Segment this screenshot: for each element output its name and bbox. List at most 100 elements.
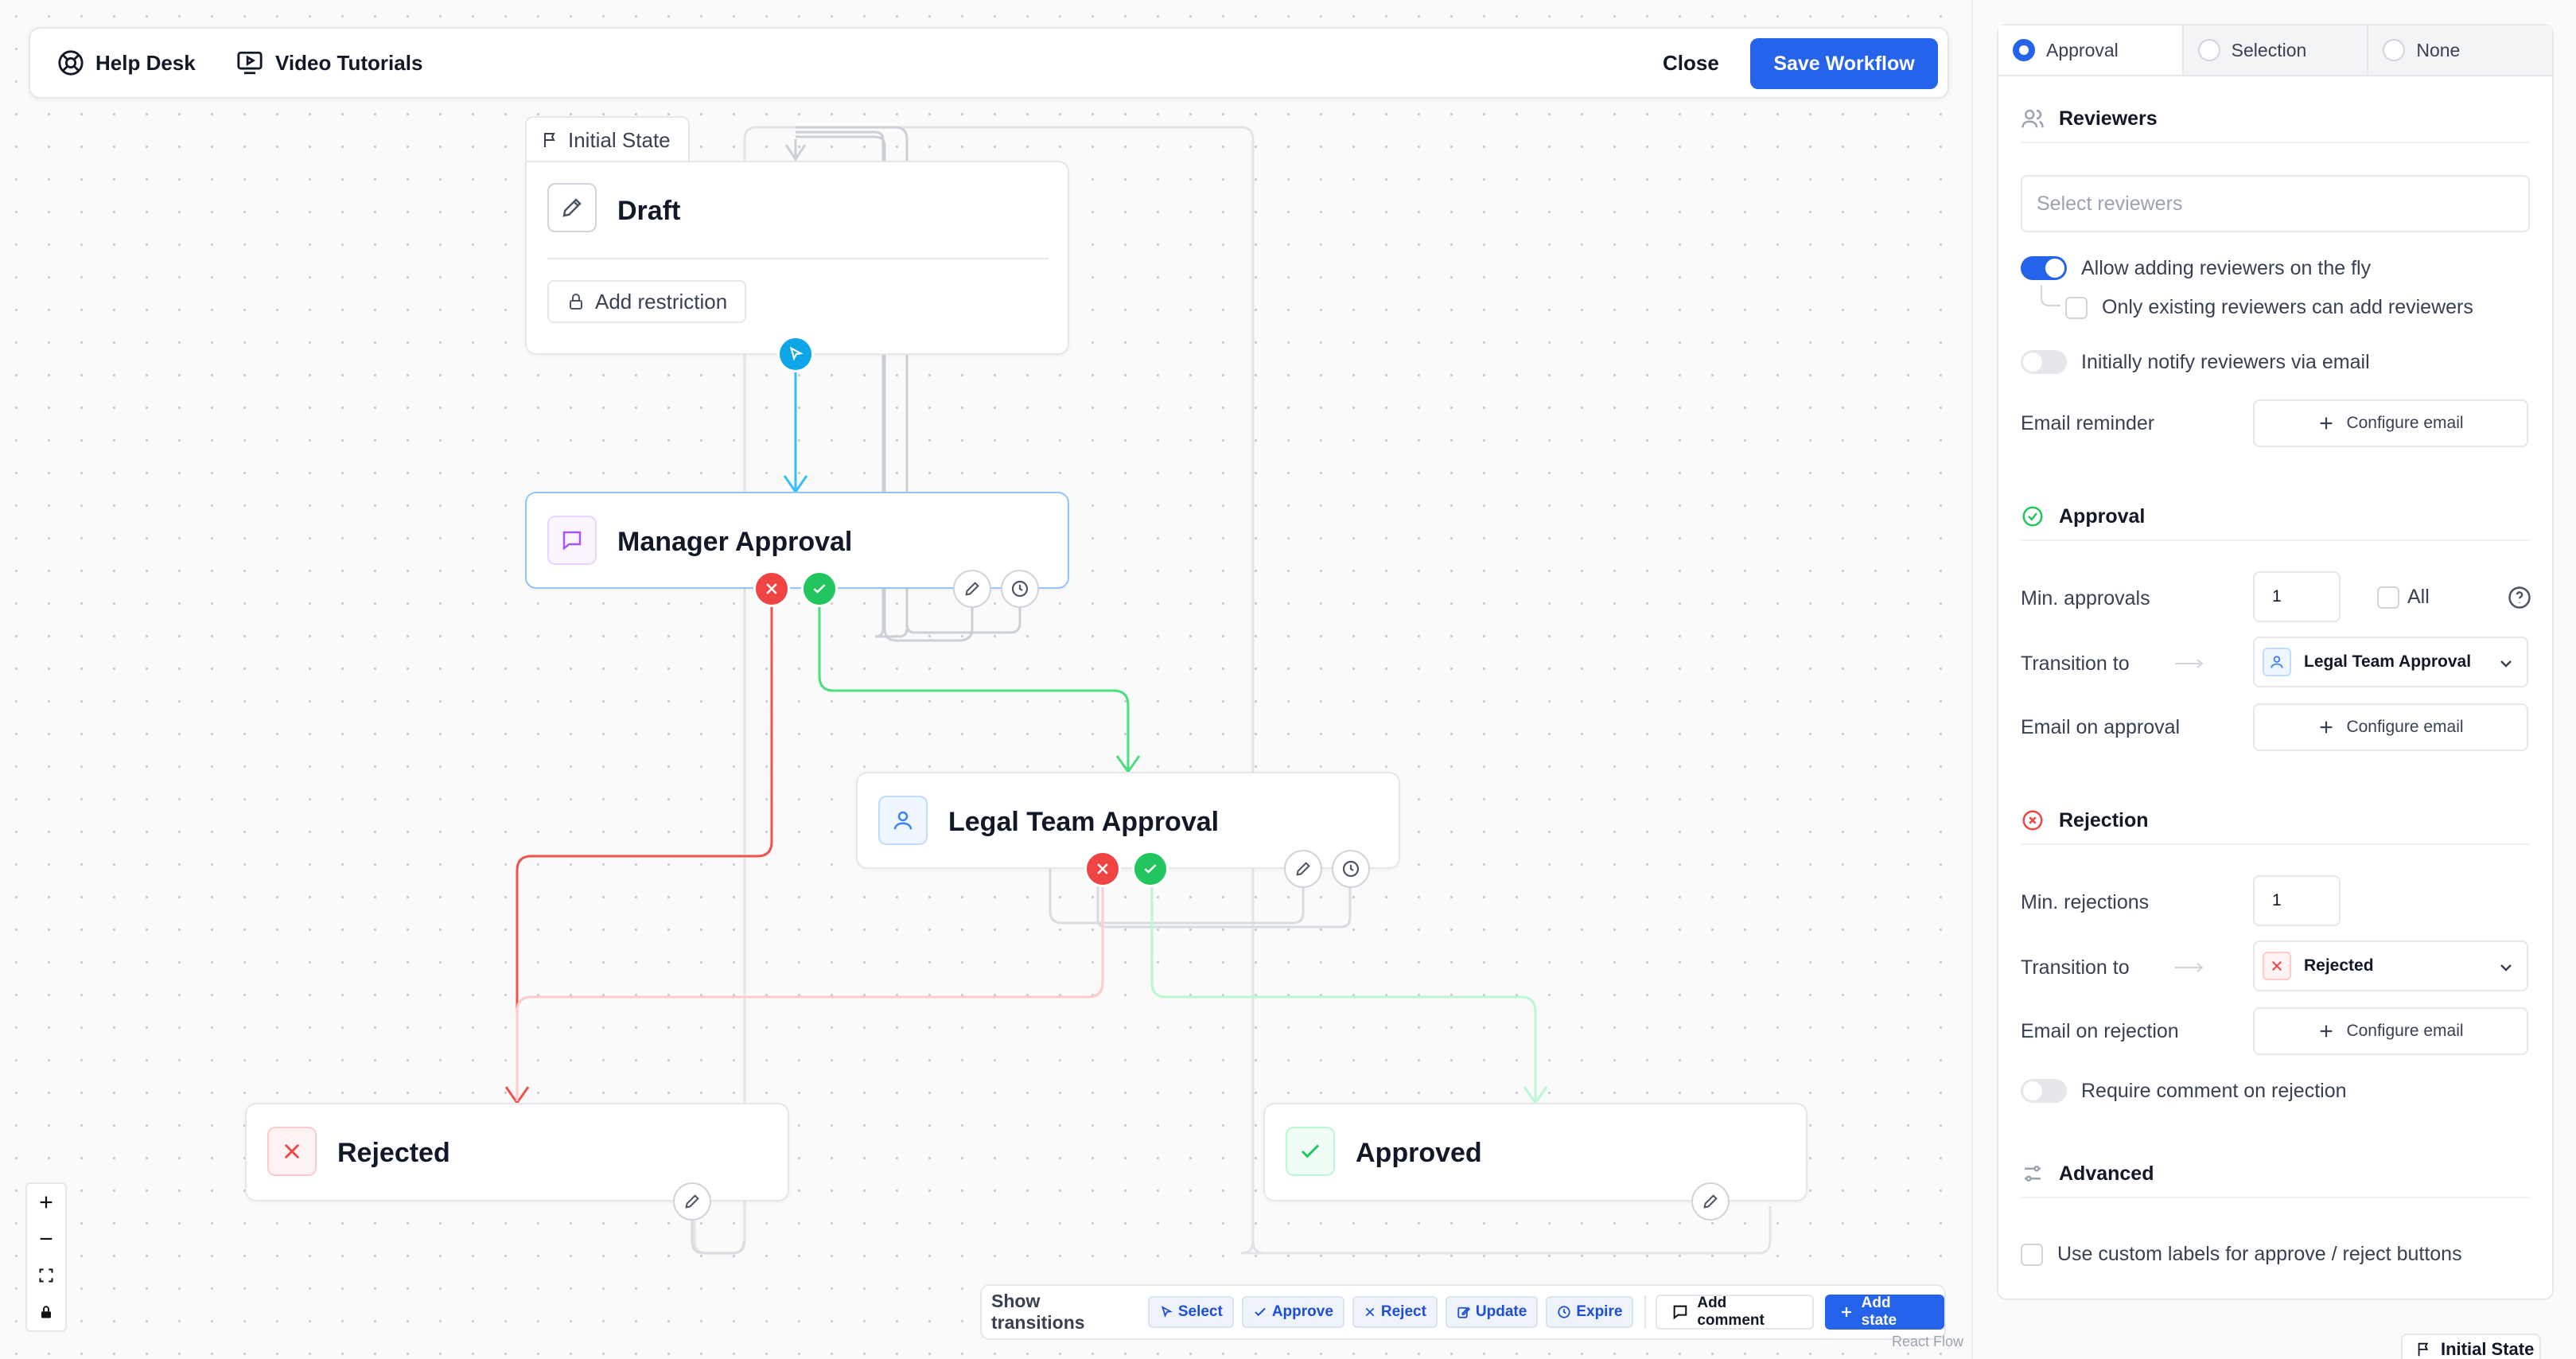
lock-icon: [41, 1306, 51, 1318]
custom-labels-label: Use custom labels for approve / reject b…: [2057, 1243, 2462, 1265]
chevron-down-icon: [2500, 660, 2512, 668]
notify-toggle[interactable]: [2021, 350, 2067, 374]
tab-selection[interactable]: Selection: [2183, 25, 2369, 75]
configure-approval-email-button[interactable]: Configure email: [2253, 703, 2528, 751]
select-handle[interactable]: [777, 336, 814, 372]
min-approvals-label: Min. approvals: [2021, 587, 2150, 609]
edit-icon: [1457, 1306, 1470, 1318]
comment-icon: [1674, 1305, 1687, 1320]
check-icon: [1255, 1307, 1266, 1317]
tab-selection-label: Selection: [2231, 39, 2307, 60]
select-reviewers-input[interactable]: Select reviewers: [2021, 175, 2530, 232]
node-approved[interactable]: Approved: [1263, 1103, 1807, 1201]
reject-handle[interactable]: [1084, 851, 1121, 887]
edit-state-button[interactable]: [1691, 1182, 1730, 1221]
approval-settings-panel: Approval Selection None Reviewers Select…: [1997, 24, 2554, 1300]
only-existing-checkbox[interactable]: [2065, 296, 2088, 319]
save-workflow-label: Save Workflow: [1773, 52, 1915, 75]
state-settings-sidebar: Approval Selection None Reviewers Select…: [1971, 0, 2576, 1359]
node-legal-title: Legal Team Approval: [948, 807, 1220, 837]
close-button[interactable]: Close: [1663, 29, 1719, 97]
notify-label: Initially notify reviewers via email: [2081, 350, 2370, 373]
edit-state-button[interactable]: [953, 570, 991, 608]
zoom-in-button[interactable]: [27, 1184, 65, 1221]
node-draft[interactable]: Draft Add restriction: [525, 161, 1069, 355]
expire-button[interactable]: [1001, 570, 1039, 608]
select-reviewers-placeholder: Select reviewers: [2037, 192, 2183, 215]
radio-selection[interactable]: [2197, 39, 2220, 61]
add-restriction-label: Add restriction: [595, 289, 728, 313]
add-state-button[interactable]: Add state: [1824, 1295, 1945, 1330]
email-reminder-label: Email reminder: [2021, 412, 2155, 434]
video-tutorials-link[interactable]: Video Tutorials: [235, 29, 422, 97]
approval-transition-select[interactable]: Legal Team Approval: [2253, 637, 2528, 687]
all-approvals-row: All: [2377, 586, 2430, 609]
lock-view-button[interactable]: [27, 1294, 65, 1330]
add-restriction-button[interactable]: Add restriction: [547, 280, 747, 323]
workflow-canvas[interactable]: Help Desk Video Tutorials Close Save Wor…: [0, 0, 1971, 1359]
users-icon: [2021, 109, 2044, 128]
react-flow-attribution[interactable]: React Flow: [1892, 1334, 1963, 1350]
allow-fly-toggle[interactable]: [2021, 256, 2067, 280]
plus-icon: [2321, 417, 2333, 430]
node-manager-title: Manager Approval: [617, 527, 853, 557]
add-comment-button[interactable]: Add comment: [1656, 1295, 1814, 1330]
approve-handle[interactable]: [801, 570, 838, 607]
tab-approval-label: Approval: [2046, 39, 2119, 60]
advanced-section-header: Advanced: [2021, 1151, 2530, 1198]
initial-state-tag: Initial State: [525, 116, 690, 162]
node-manager-approval[interactable]: Manager Approval: [525, 492, 1069, 589]
zoom-out-button[interactable]: [27, 1221, 65, 1257]
radio-approval[interactable]: [2013, 39, 2035, 61]
all-approvals-checkbox[interactable]: [2377, 586, 2399, 609]
add-state-label: Add state: [1861, 1295, 1897, 1329]
min-approvals-input[interactable]: 1: [2253, 571, 2341, 622]
chip-reject[interactable]: Reject: [1352, 1296, 1438, 1328]
tab-approval[interactable]: Approval: [1998, 25, 2184, 75]
rejection-transition-select[interactable]: Rejected: [2253, 940, 2528, 991]
min-rejections-input[interactable]: 1: [2253, 875, 2341, 926]
chip-update[interactable]: Update: [1445, 1296, 1539, 1328]
custom-labels-checkbox[interactable]: [2021, 1243, 2043, 1266]
chip-reject-label: Reject: [1380, 1303, 1426, 1320]
plus-icon: [1841, 1307, 1851, 1317]
require-comment-label: Require comment on rejection: [2081, 1079, 2347, 1102]
require-comment-toggle[interactable]: [2021, 1079, 2067, 1103]
only-existing-row: Only existing reviewers can add reviewer…: [2065, 296, 2473, 319]
help-circle-icon[interactable]: [2508, 586, 2531, 609]
check-icon: [813, 584, 826, 594]
advanced-title: Advanced: [2059, 1162, 2154, 1185]
configure-reminder-email-button[interactable]: Configure email: [2253, 399, 2528, 447]
min-rejections-label: Min. rejections: [2021, 891, 2150, 913]
min-rejections-value: 1: [2272, 891, 2282, 909]
x-icon: [1097, 863, 1108, 874]
chip-update-label: Update: [1475, 1303, 1527, 1320]
tab-none[interactable]: None: [2368, 25, 2553, 75]
node-legal-team-approval[interactable]: Legal Team Approval: [856, 772, 1400, 869]
chip-select[interactable]: Select: [1147, 1296, 1234, 1328]
approve-handle[interactable]: [1132, 851, 1169, 887]
chip-expire[interactable]: Expire: [1546, 1296, 1634, 1328]
mode-tabs: Approval Selection None: [1998, 25, 2553, 76]
rejection-transition-value: Rejected: [2304, 956, 2374, 975]
chip-approve[interactable]: Approve: [1241, 1296, 1344, 1328]
initial-state-label: Initial State: [568, 127, 671, 152]
expire-button[interactable]: [1332, 850, 1370, 888]
fit-view-button[interactable]: [27, 1257, 65, 1294]
radio-none[interactable]: [2383, 39, 2406, 61]
configure-rejection-email-button[interactable]: Configure email: [2253, 1007, 2528, 1055]
edit-state-button[interactable]: [673, 1182, 711, 1221]
node-rejected[interactable]: Rejected: [245, 1103, 789, 1201]
help-desk-link[interactable]: Help Desk: [57, 29, 196, 97]
initial-state-footer-tab[interactable]: Initial State: [2401, 1334, 2541, 1359]
edit-state-button[interactable]: [1284, 850, 1322, 888]
rejection-section-header: Rejection: [2021, 797, 2530, 845]
email-on-rejection-label: Email on rejection: [2021, 1020, 2179, 1042]
save-workflow-button[interactable]: Save Workflow: [1750, 38, 1938, 89]
email-on-approval-label: Email on approval: [2021, 716, 2181, 738]
x-square-icon: [2263, 952, 2291, 980]
node-approved-title: Approved: [1356, 1138, 1482, 1168]
reject-handle[interactable]: [753, 570, 790, 607]
node-rejected-title: Rejected: [337, 1138, 450, 1168]
plus-icon: [40, 1196, 53, 1209]
